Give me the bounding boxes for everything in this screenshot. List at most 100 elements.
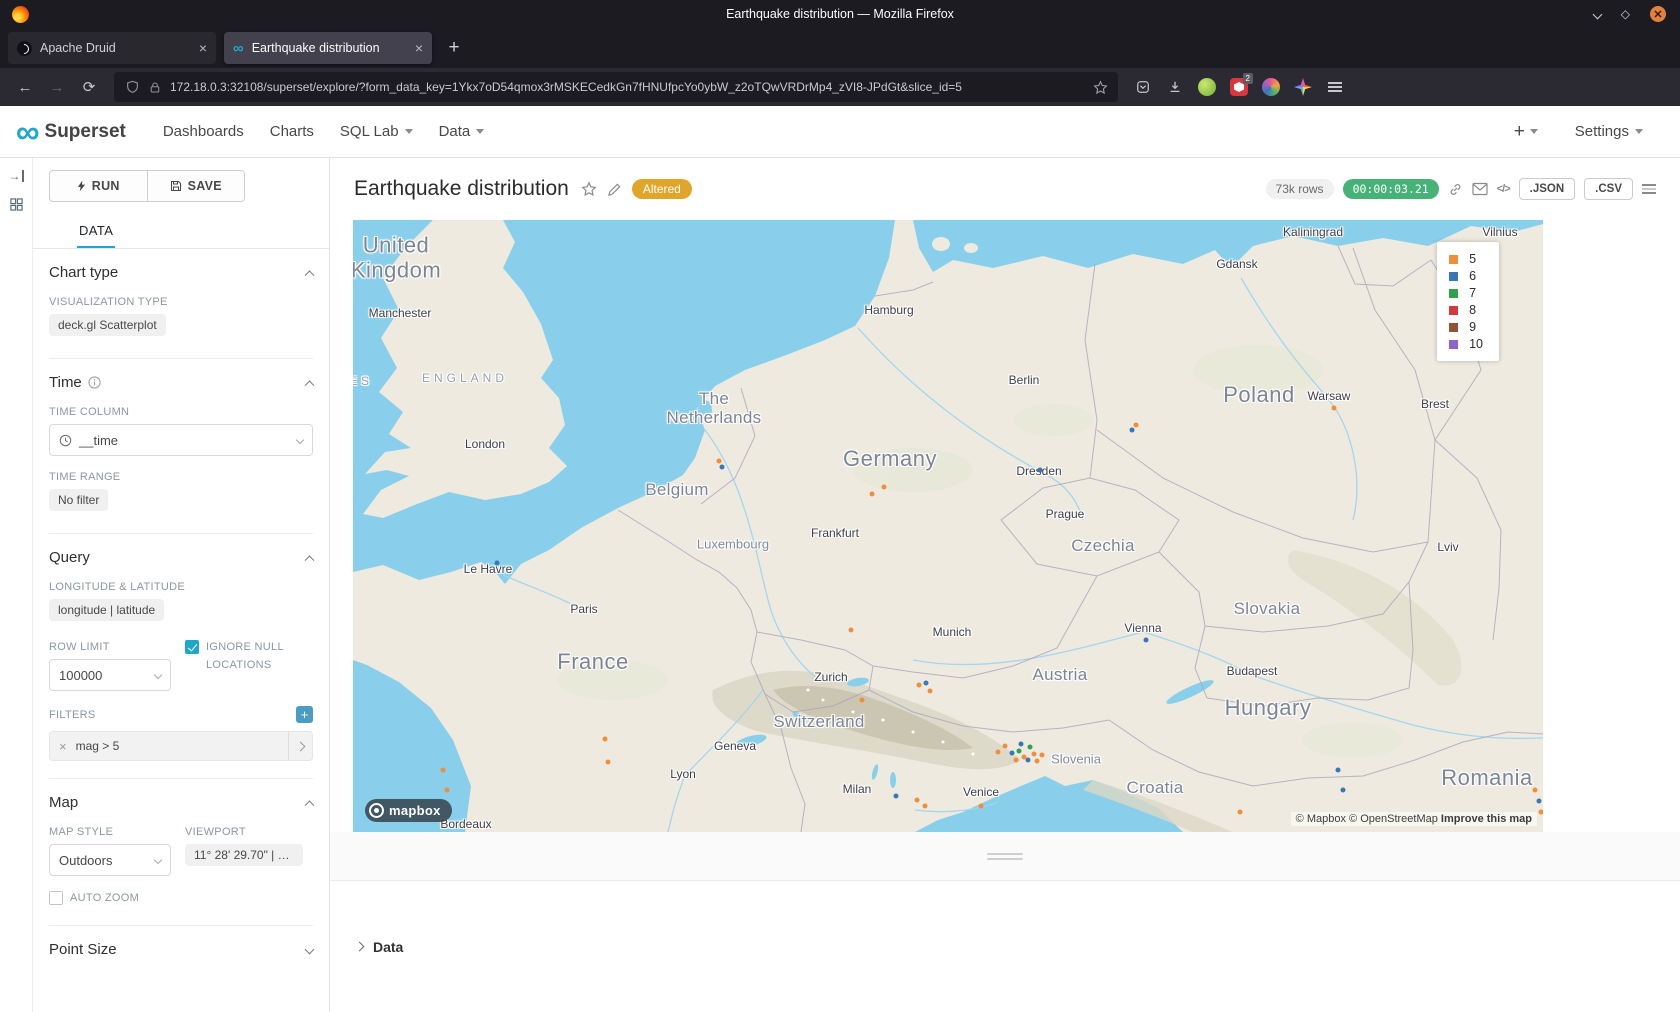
row-limit-select[interactable]: 100000 [49,659,171,691]
nav-data[interactable]: Data [426,123,498,140]
add-filter-button[interactable]: + [296,706,313,723]
url-bar[interactable]: 172.18.0.3:32108/superset/explore/?form_… [114,72,1118,102]
nav-dashboards[interactable]: Dashboards [150,123,257,140]
browser-window: Earthquake distribution — Mozilla Firefo… [0,0,1680,1012]
back-button[interactable]: ← [10,73,40,101]
chevron-down-icon [1530,129,1538,134]
viz-type-value[interactable]: deck.gl Scatterplot [49,314,166,336]
downloads-icon[interactable] [1160,73,1190,101]
time-column-label: TIME COLUMN [49,406,313,418]
browser-toolbar: ← → ⟳ 172.18.0.3:32108/superset/explore/… [0,68,1680,106]
filter-item[interactable]: × mag > 5 [49,731,313,761]
forward-button[interactable]: → [42,73,72,101]
section-header-map[interactable]: Map [49,794,313,811]
save-button[interactable]: SAVE [148,170,246,202]
lonlat-value[interactable]: longitude | latitude [49,599,164,621]
pocket-icon[interactable] [1128,73,1158,101]
edit-properties-icon[interactable] [607,182,622,197]
menu-icon[interactable] [1320,73,1350,101]
section-header-time[interactable]: Time [49,374,313,391]
new-tab-button[interactable]: + [440,34,468,62]
nav-charts[interactable]: Charts [257,123,327,140]
viewport-value[interactable]: 11° 28' 29.70" | 50... [185,844,303,866]
account-avatar-icon[interactable] [1256,73,1286,101]
mapbox-logo[interactable]: mapbox [365,799,452,822]
chevron-right-icon[interactable] [288,732,312,760]
reload-button[interactable]: ⟳ [74,73,104,101]
map-label: Brest [1421,397,1449,411]
extension-spark-icon[interactable] [1288,73,1318,101]
map-label: Croatia [1127,778,1184,798]
legend-swatch [1449,323,1458,332]
tab-label: Earthquake distribution [252,41,407,55]
section-header-query[interactable]: Query [49,549,313,566]
legend-swatch [1449,255,1458,264]
chart-title: Earthquake distribution [354,177,569,201]
more-options-icon[interactable] [1642,184,1656,194]
window-maximize-icon[interactable]: ◇ [1621,8,1630,20]
tab-data[interactable]: DATA [77,214,115,248]
data-panel-toggle[interactable]: Data [330,880,1680,1012]
extension-green-icon[interactable] [1192,73,1222,101]
earthquake-point [923,804,928,809]
favorite-star-icon[interactable] [581,181,597,197]
window-title: Earthquake distribution — Mozilla Firefo… [0,7,1680,21]
copy-link-icon[interactable] [1448,182,1463,197]
time-range-value[interactable]: No filter [49,489,108,511]
remove-filter-icon[interactable]: × [59,739,67,754]
map-legend: 5678910 [1437,242,1499,361]
tab-label: Apache Druid [40,41,191,55]
earthquake-point [1014,758,1019,763]
export-csv-button[interactable]: .CSV [1584,178,1633,200]
map-label: Le Havre [464,562,513,576]
section-header-chart-type[interactable]: Chart type [49,264,313,281]
tab-apache-druid[interactable]: Apache Druid × [8,32,216,64]
chevron-down-icon [305,944,315,954]
tab-earthquake-distribution[interactable]: ∞ Earthquake distribution × [224,32,432,64]
bookmark-star-icon[interactable] [1092,79,1108,95]
osm-attribution-link[interactable]: © OpenStreetMap [1349,813,1438,825]
map-label: Slovenia [1051,752,1101,767]
auto-zoom-checkbox[interactable]: AUTO ZOOM [49,890,313,908]
ignore-null-checkbox[interactable]: IGNORE NULL LOCATIONS [185,639,313,674]
earthquake-point [849,628,854,633]
new-item-button[interactable]: + [1514,121,1538,143]
tab-close-icon[interactable]: × [199,41,207,55]
altered-badge: Altered [632,179,692,199]
improve-map-link[interactable]: Improve this map [1441,813,1532,825]
earthquake-point [1010,751,1015,756]
chevron-up-icon [305,270,315,280]
map-style-select[interactable]: Outdoors [49,844,171,876]
time-column-select[interactable]: __time [49,424,313,456]
deckgl-map[interactable]: United KingdomManchesterENGLANDESLondonL… [353,220,1543,832]
firefox-logo-icon [12,6,29,23]
superset-logo[interactable]: ∞ Superset [16,120,126,143]
shield-icon[interactable] [124,79,140,95]
email-share-icon[interactable] [1472,182,1488,196]
expand-panel-icon[interactable]: → [9,170,24,182]
export-json-button[interactable]: .JSON [1519,178,1576,200]
window-close-icon[interactable]: ✕ [1650,6,1666,22]
lock-icon[interactable] [147,79,163,95]
nav-sql-lab[interactable]: SQL Lab [327,123,426,140]
earthquake-point [1537,799,1542,804]
embed-code-icon[interactable]: </> [1497,183,1510,195]
map-label: ENGLAND [422,371,508,385]
section-header-point-size[interactable]: Point Size [49,941,313,958]
run-button[interactable]: RUN [49,170,148,202]
earthquake-point [1533,788,1538,793]
map-label: Luxembourg [697,537,769,552]
settings-menu[interactable]: Settings [1562,123,1656,140]
legend-swatch [1449,306,1458,315]
earthquake-point [1336,768,1341,773]
window-minimize-icon[interactable] [1592,9,1602,19]
extension-red-icon[interactable]: 2 [1224,73,1254,101]
earthquake-point [603,737,608,742]
chevron-up-icon [305,380,315,390]
map-label: Slovakia [1234,599,1301,619]
row-count-badge: 73k rows [1266,179,1334,199]
mapbox-attribution-link[interactable]: © Mapbox [1296,813,1346,825]
dataset-grid-icon[interactable] [10,198,23,211]
tab-close-icon[interactable]: × [415,41,423,55]
panel-resize-handle[interactable] [330,832,1680,880]
